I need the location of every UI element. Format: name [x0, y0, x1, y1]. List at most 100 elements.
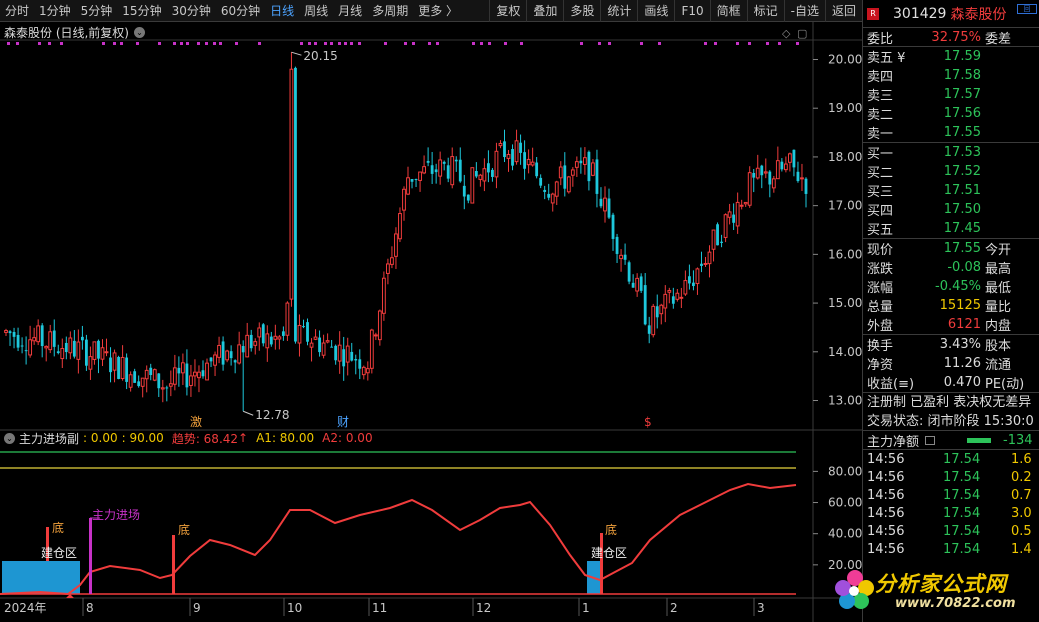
candle-body [422, 166, 426, 174]
ask-row-value: 17.55 [943, 125, 981, 140]
tool-button-5[interactable]: F10 [674, 0, 709, 22]
candle-body [334, 345, 338, 361]
candle-body [88, 356, 93, 370]
candle-body [526, 158, 531, 166]
tool-button-8[interactable]: -自选 [783, 0, 825, 22]
candle-body [398, 213, 402, 240]
candle-body [800, 177, 804, 180]
chevron-down-icon[interactable]: ⌄ [134, 26, 145, 38]
signal-dot [358, 42, 361, 45]
candle-body [168, 383, 173, 387]
tool-button-4[interactable]: 画线 [637, 0, 674, 22]
signal-dot [186, 42, 189, 45]
price-tick-label: 17.00 [828, 199, 862, 213]
candle-body [663, 293, 668, 309]
stats-list: 现价 17.55 今开 涨跌 -0.08 最高 涨幅 -0.45% 最低 总量 15125 量比 外盘 6… [863, 239, 1039, 335]
tool-button-6[interactable]: 简框 [709, 0, 747, 22]
net-row: 主力净额 -134 [863, 431, 1039, 450]
signal-dot [598, 42, 601, 45]
candle-body [125, 357, 129, 382]
candle-body [743, 201, 748, 205]
candle-body [369, 329, 374, 369]
signal-dot [136, 42, 139, 45]
candle-body [217, 344, 221, 358]
candle-body [24, 350, 28, 352]
candle-body [330, 346, 334, 348]
ask-row: 卖五 ¥17.59 [863, 47, 1039, 66]
tool-buttons: 复权 叠加 多股 统计 画线 F10 简框 标记 -自选 返回 [489, 0, 862, 22]
period-tab-9[interactable]: 多周期 [367, 0, 413, 22]
tick-row: 14:56 17.54 3.0 [863, 504, 1039, 522]
period-tab-1[interactable]: 1分钟 [34, 0, 76, 22]
candle-body [128, 374, 133, 388]
candle-body [434, 169, 438, 173]
tool-button-9[interactable]: 返回 [824, 0, 862, 22]
signal-dot [436, 42, 439, 45]
trend-arrow-icon: ↑ [238, 431, 249, 445]
candle-body [281, 331, 285, 336]
period-tab-10[interactable]: 更多 〉 [413, 0, 463, 22]
candle-body [735, 201, 740, 227]
tick-time: 14:56 [867, 469, 905, 485]
candle-body [747, 172, 752, 206]
candle-body [402, 188, 406, 211]
indicator-tick-label: 40.00 [828, 527, 862, 541]
bottom-bar [172, 535, 175, 594]
candle-body [233, 360, 237, 363]
period-tab-8[interactable]: 月线 [333, 0, 367, 22]
tool-button-0[interactable]: 复权 [489, 0, 526, 22]
panel-toggle-icon[interactable]: 回 [1017, 4, 1037, 14]
candle-body [775, 160, 780, 180]
candle-body [732, 214, 736, 223]
tool-button-3[interactable]: 统计 [600, 0, 637, 22]
candle-body [201, 370, 205, 377]
signal-dot [120, 42, 123, 45]
stat-row: 换手 3.43% 股本 [863, 335, 1039, 354]
price-tick-label: 20.00 [828, 52, 862, 66]
period-toolbar: 分时 1分钟 5分钟 15分钟 30分钟 60分钟 日线 周线 月线 多周期 更多 〉 复权 叠加 多股… [0, 0, 862, 22]
candle-body [245, 334, 250, 358]
stat-row: 外盘 6121 内盘 [863, 315, 1039, 334]
candle-body [550, 193, 555, 204]
candle-body [446, 165, 450, 179]
period-tab-0[interactable]: 分时 [0, 0, 34, 22]
period-tab-2[interactable]: 5分钟 [76, 0, 118, 22]
quote-panel: R 301429 森泰股份 回 委比 32.75% 委差 卖五 ¥17.59 卖四… [862, 0, 1039, 622]
candle-body [804, 178, 808, 194]
candle-body [494, 150, 499, 178]
candle-body [535, 162, 539, 177]
candle-body [361, 366, 366, 376]
stat-row-value: -0.45% [935, 279, 981, 294]
period-tab-4[interactable]: 30分钟 [167, 0, 216, 22]
candle-body [377, 310, 382, 341]
period-tab-5[interactable]: 60分钟 [216, 0, 265, 22]
tick-time: 14:56 [867, 487, 905, 503]
candle-body [144, 369, 149, 380]
candle-body [462, 185, 466, 197]
candle-body [683, 280, 688, 295]
candle-body [358, 359, 362, 369]
signal-dot [235, 42, 238, 45]
period-tab-7[interactable]: 周线 [299, 0, 333, 22]
stat-row-label2: 今开 [985, 243, 1012, 258]
chart-area[interactable]: 80.00 60.00 40.00 20.00 底 底 底建仓区 建仓区 主力进场 20.00 1… [0, 22, 862, 622]
candle-body [438, 159, 443, 177]
signal-dot [48, 42, 51, 45]
candle-body [172, 367, 177, 385]
stat-row-value: -0.08 [947, 260, 981, 275]
tick-price: 17.54 [943, 487, 981, 503]
period-tab-3[interactable]: 15分钟 [117, 0, 166, 22]
stat-row-value: 11.26 [943, 356, 981, 371]
candle-body [8, 331, 12, 334]
signal-dot [180, 42, 183, 45]
tool-button-7[interactable]: 标记 [746, 0, 784, 22]
tool-button-2[interactable]: 多股 [563, 0, 600, 22]
candle-body [554, 181, 559, 197]
period-tab-6[interactable]: 日线 [265, 0, 299, 22]
chevron-down-icon[interactable]: ⌄ [4, 432, 15, 444]
candle-body [221, 341, 225, 365]
enter-bar [89, 518, 92, 594]
tool-button-1[interactable]: 叠加 [526, 0, 563, 22]
list-icon[interactable] [925, 436, 935, 445]
candle-body [611, 214, 615, 239]
